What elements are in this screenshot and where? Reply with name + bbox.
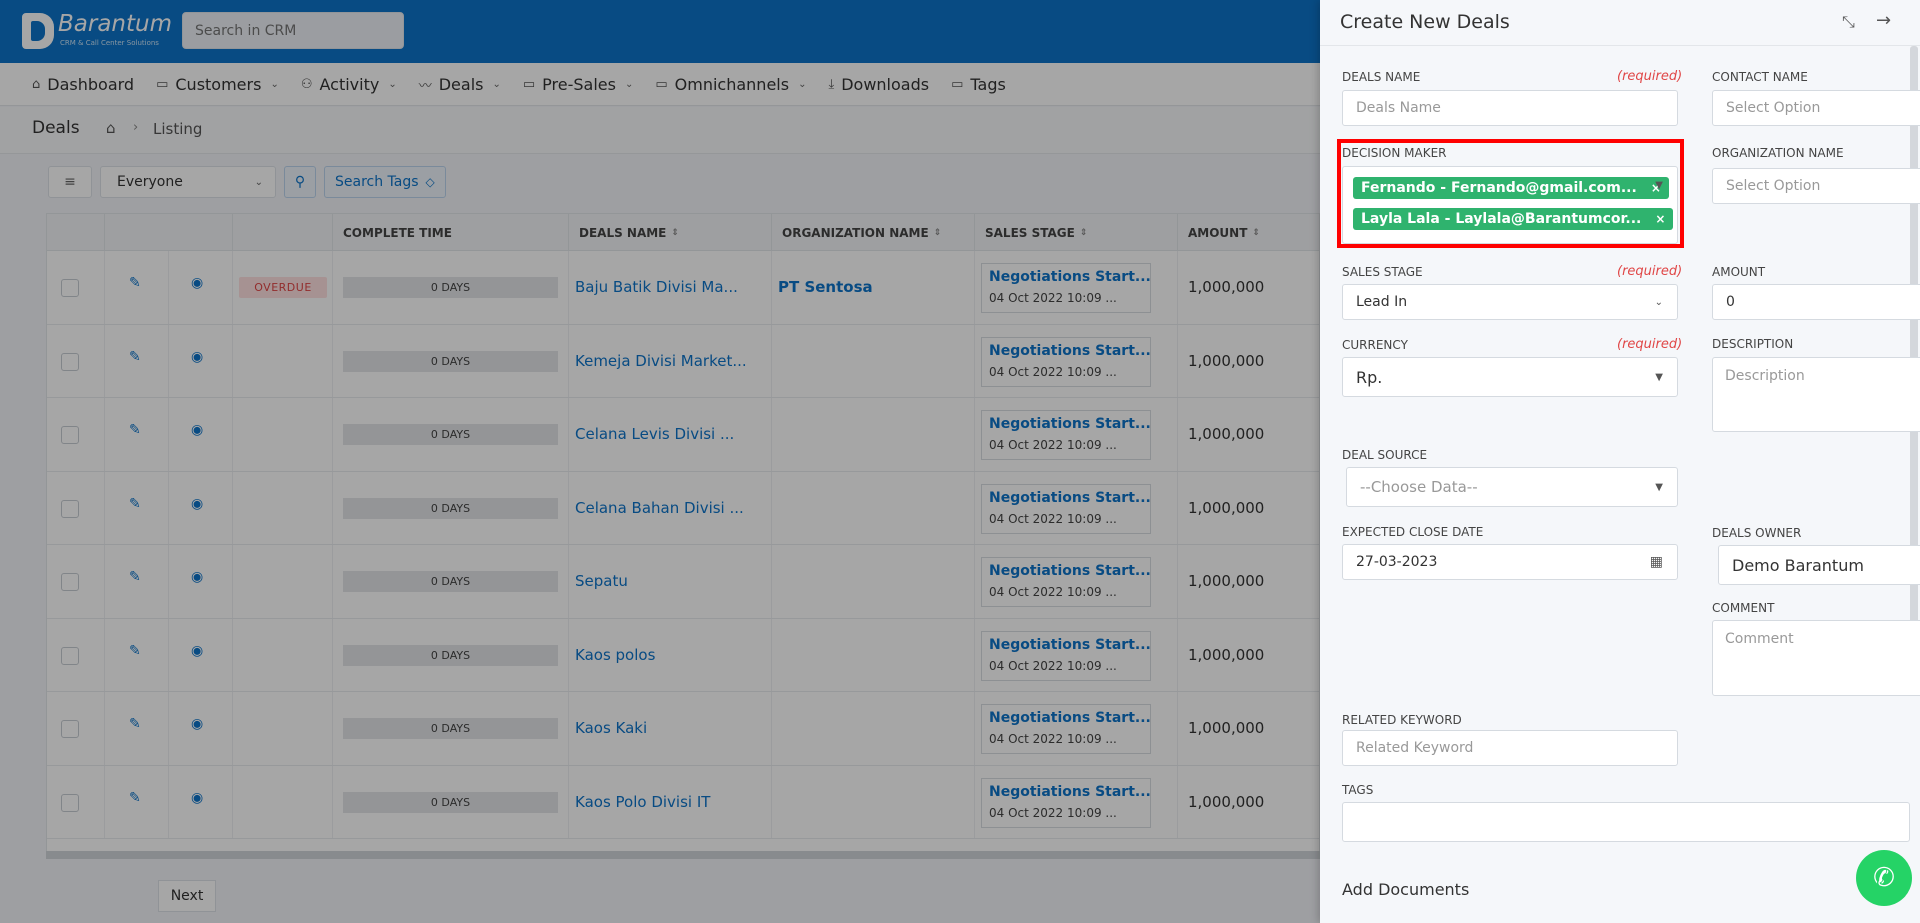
expected-close-date-label: EXPECTED CLOSE DATE [1342, 525, 1484, 539]
related-keyword-label: RELATED KEYWORD [1342, 713, 1462, 727]
organization-name-select[interactable]: Select Option [1712, 168, 1920, 204]
description-textarea[interactable]: Description [1712, 357, 1920, 432]
deal-source-placeholder: --Choose Data-- [1360, 478, 1478, 496]
modal-backdrop[interactable] [0, 0, 1320, 923]
contact-name-select[interactable]: Select Option [1712, 90, 1920, 126]
related-keyword-input[interactable]: Related Keyword [1342, 730, 1678, 766]
create-deal-drawer: Create New Deals ⤡ → DEALS NAME (require… [1320, 0, 1920, 923]
deal-source-select[interactable]: --Choose Data-- ▼ [1346, 467, 1678, 507]
organization-name-label: ORGANIZATION NAME [1712, 146, 1844, 160]
whatsapp-icon: ✆ [1873, 863, 1895, 893]
calendar-icon[interactable]: ▦ [1650, 554, 1663, 570]
currency-value: Rp. [1356, 367, 1383, 387]
deal-source-label: DEAL SOURCE [1342, 448, 1428, 462]
add-documents-heading: Add Documents [1342, 880, 1470, 899]
expected-close-date-input[interactable]: 27-03-2023 ▦ [1342, 544, 1678, 580]
currency-select[interactable]: Rp. ▼ [1342, 357, 1678, 397]
currency-label: CURRENCY [1342, 338, 1408, 352]
deals-owner-select[interactable]: Demo Barantum [1718, 545, 1920, 585]
expected-close-date-value: 27-03-2023 [1356, 554, 1438, 570]
sales-stage-label: SALES STAGE [1342, 265, 1423, 279]
chevron-down-icon: ▼ [1655, 481, 1663, 493]
sales-stage-select[interactable]: Lead In ⌄ [1342, 284, 1678, 320]
deals-owner-value: Demo Barantum [1732, 555, 1864, 575]
tags-input[interactable] [1342, 802, 1910, 842]
comment-textarea[interactable]: Comment [1712, 620, 1920, 696]
tags-label: TAGS [1342, 783, 1374, 797]
sales-stage-value: Lead In [1356, 294, 1408, 310]
chevron-down-icon: ▼ [1655, 371, 1663, 383]
contact-name-label: CONTACT NAME [1712, 70, 1808, 84]
amount-input[interactable]: 0 [1712, 284, 1920, 320]
drawer-title: Create New Deals [1340, 11, 1510, 33]
whatsapp-chat-button[interactable]: ✆ [1856, 850, 1912, 906]
chevron-down-icon: ⌄ [1654, 296, 1663, 308]
deals-name-input[interactable]: Deals Name [1342, 90, 1678, 126]
amount-label: AMOUNT [1712, 265, 1766, 279]
drawer-header: Create New Deals ⤡ → [1320, 0, 1920, 46]
close-drawer-icon[interactable]: → [1876, 10, 1891, 31]
highlight-box [1337, 139, 1684, 248]
expand-icon[interactable]: ⤡ [1842, 12, 1855, 32]
organization-name-placeholder: Select Option [1726, 178, 1821, 194]
contact-name-placeholder: Select Option [1726, 100, 1821, 116]
description-label: DESCRIPTION [1712, 337, 1794, 351]
comment-label: COMMENT [1712, 601, 1775, 615]
deals-name-label: DEALS NAME [1342, 70, 1421, 84]
deals-owner-label: DEALS OWNER [1712, 526, 1802, 540]
required-indicator: (required) [1617, 337, 1683, 352]
required-indicator: (required) [1617, 69, 1683, 84]
required-indicator: (required) [1617, 264, 1683, 279]
